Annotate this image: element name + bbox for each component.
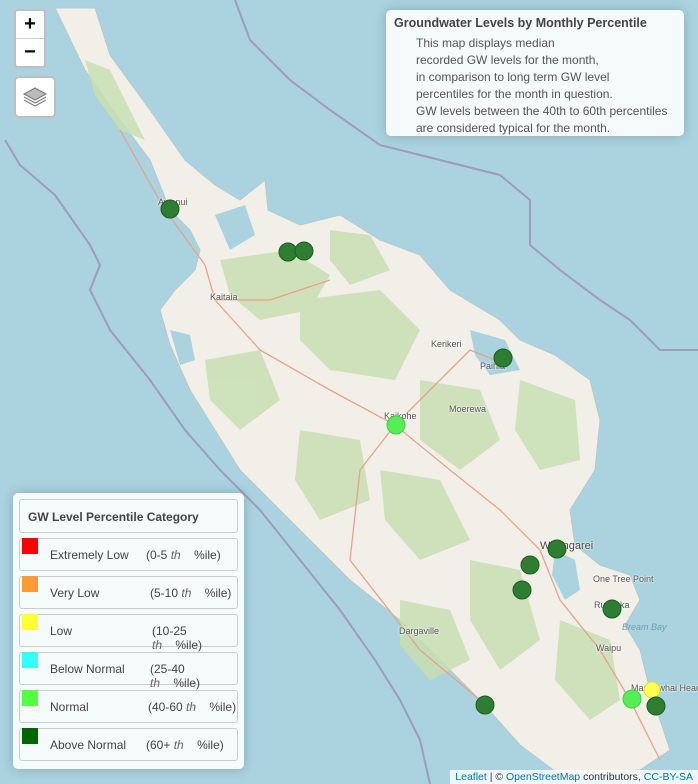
legend-range: (10-25 th %ile) [152, 624, 203, 652]
layers-button[interactable] [14, 76, 56, 118]
legend-range: (25-40 th %ile) [150, 662, 201, 690]
legend-title: GW Level Percentile Category [19, 499, 238, 533]
gw-site-marker[interactable] [520, 555, 540, 575]
info-line: GW levels between the 40th to 60th perce… [416, 104, 668, 118]
legend-label: Low [50, 624, 73, 638]
legend-range: (5-10 th %ile) [150, 586, 232, 600]
water-label: Bream Bay [622, 622, 667, 632]
layers-icon [22, 87, 48, 107]
gw-site-marker[interactable] [160, 199, 180, 219]
legend-panel: GW Level Percentile Category Extremely L… [13, 493, 244, 769]
legend-label: Extremely Low [50, 548, 129, 562]
info-title: Groundwater Levels by Monthly Percentile [394, 16, 647, 30]
gw-site-marker[interactable] [602, 599, 622, 619]
info-line: percentiles for the month in question. [416, 87, 613, 101]
zoom-control: + − [14, 9, 46, 68]
place-label: Mangawhai Heads [631, 683, 698, 693]
legend-row-low: Low (10-25 th %ile) [19, 614, 238, 652]
gw-site-marker[interactable] [386, 415, 406, 435]
zoom-in-button[interactable]: + [16, 11, 44, 39]
leaflet-link[interactable]: Leaflet [455, 771, 487, 783]
legend-label: Below Normal [50, 662, 125, 676]
legend-swatch [22, 576, 38, 592]
place-label: Waipu [596, 643, 622, 653]
gw-site-marker[interactable] [646, 696, 666, 716]
info-line: in comparison to long term GW level [416, 70, 610, 84]
legend-range: (60+ th %ile) [146, 738, 224, 752]
attribution: Leaflet | © OpenStreetMap contributors, … [450, 770, 698, 784]
legend-swatch [22, 652, 38, 668]
place-label: One Tree Point [593, 574, 654, 584]
info-line: This map displays median [416, 36, 555, 50]
info-line: recorded GW levels for the month, [416, 53, 599, 67]
place-label: Dargaville [399, 626, 440, 636]
legend-range: (0-5 th %ile) [146, 548, 221, 562]
gw-site-marker[interactable] [512, 580, 532, 600]
legend-row-normal: Normal (40-60 th %ile) [19, 690, 238, 723]
legend-label: Normal [50, 700, 89, 714]
place-label: Kerikeri [431, 339, 462, 349]
place-label: Moerewa [449, 404, 487, 414]
gw-site-marker[interactable] [622, 689, 642, 709]
gw-site-marker[interactable] [643, 681, 661, 699]
gw-site-marker[interactable] [475, 695, 495, 715]
gw-site-marker[interactable] [294, 241, 314, 261]
zoom-out-button[interactable]: − [16, 39, 44, 66]
legend-label: Very Low [50, 586, 100, 600]
info-panel: Groundwater Levels by Monthly Percentile… [386, 10, 684, 136]
legend-row-very-low: Very Low (5-10 th %ile) [19, 576, 238, 609]
legend-range: (40-60 th %ile) [148, 700, 237, 714]
osm-link[interactable]: OpenStreetMap [506, 771, 580, 783]
legend-swatch [22, 538, 38, 554]
legend-swatch [22, 690, 38, 706]
place-label: Kaitaia [210, 292, 238, 302]
legend-row-extremely-low: Extremely Low (0-5 th %ile) [19, 538, 238, 571]
license-link[interactable]: CC-BY-SA [644, 771, 693, 783]
gw-site-marker[interactable] [278, 242, 298, 262]
legend-row-below-normal: Below Normal (25-40 th %ile) [19, 652, 238, 690]
legend-label: Above Normal [50, 738, 127, 752]
legend-row-above-normal: Above Normal (60+ th %ile) [19, 728, 238, 761]
map[interactable]: Awanui Kaitaia Kerikeri Paihia Moerewa K… [0, 0, 698, 784]
gw-site-marker[interactable] [547, 539, 567, 559]
gw-site-marker[interactable] [493, 348, 513, 368]
info-line: are considered typical for the month. [416, 121, 611, 135]
legend-swatch [22, 614, 38, 630]
legend-swatch [22, 728, 38, 744]
